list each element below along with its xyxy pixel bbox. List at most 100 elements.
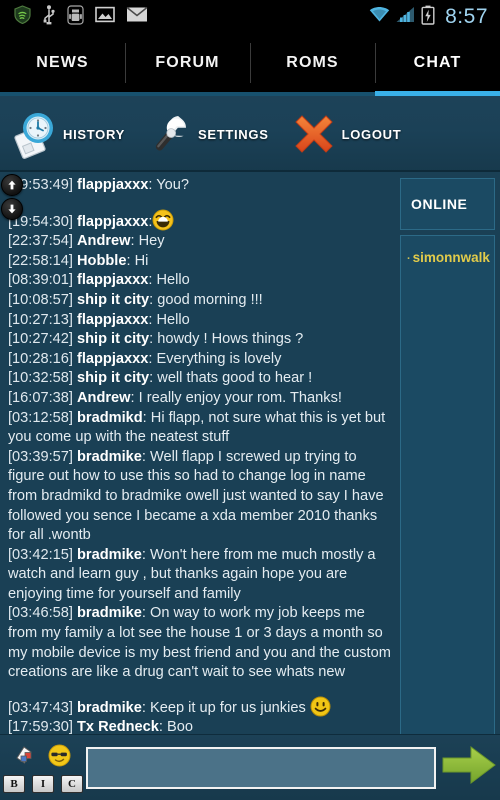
mail-icon <box>126 6 148 28</box>
logout-label: LOGOUT <box>341 126 402 142</box>
chat-message: [19:54:30] flappjaxxx: <box>8 209 392 233</box>
message-timestamp: [10:32:58] <box>8 370 73 387</box>
message-username[interactable]: bradmikd <box>77 410 143 426</box>
android-robot-icon <box>67 4 84 30</box>
message-text: Hi <box>130 252 149 269</box>
message-text: Everything is lovely <box>152 350 282 367</box>
main-tab-bar: NEWS FORUM ROMS CHAT <box>0 34 500 96</box>
message-text: Hello <box>152 311 190 328</box>
chat-app-screen: 8:57 NEWS FORUM ROMS CHAT HISTORY SETTIN… <box>0 0 500 800</box>
logout-button[interactable]: LOGOUT <box>287 107 402 161</box>
chat-message: [03:47:43] bradmike: Keep it up for us j… <box>8 696 392 719</box>
close-x-icon <box>287 107 341 161</box>
tab-roms[interactable]: ROMS <box>250 34 375 96</box>
history-button[interactable]: HISTORY <box>8 107 125 161</box>
chat-message: [19:53:49] flappjaxxx: You? <box>8 177 189 193</box>
chat-message: [03:42:15] bradmike: Won't here from me … <box>8 546 376 602</box>
message-timestamp: [10:27:42] <box>8 331 73 348</box>
chat-message: [03:46:58] bradmike: On way to work my j… <box>8 605 391 681</box>
tab-forum[interactable]: FORUM <box>125 34 250 96</box>
wrench-settings-icon <box>143 107 197 161</box>
chat-message: [03:12:58] bradmikd: Hi flapp, not sure … <box>8 409 386 446</box>
tab-news[interactable]: NEWS <box>0 34 125 96</box>
chat-toolbar: HISTORY SETTINGS LOGOUT <box>0 96 500 172</box>
online-panel-header: ONLINE <box>400 178 495 230</box>
message-timestamp: [22:58:14] <box>8 252 73 269</box>
message-username[interactable]: flappjaxxx <box>77 272 148 288</box>
message-username[interactable]: Andrew <box>77 390 131 406</box>
smiley-emoji <box>310 696 331 717</box>
message-input[interactable] <box>86 746 436 789</box>
online-user-list[interactable]: · simonnwalke <box>400 235 495 737</box>
message-text: howdy ! Hows things ? <box>153 331 304 348</box>
tab-news-label: NEWS <box>36 54 89 71</box>
online-title: ONLINE <box>411 196 468 212</box>
chat-message-column: [19:53:49] flappjaxxx: You? [19:54:30] fl… <box>0 172 398 800</box>
chat-message: [10:08:57] ship it city: good morning !!… <box>8 291 263 308</box>
message-username[interactable]: bradmike <box>77 547 142 563</box>
scroll-up-button[interactable] <box>1 174 23 196</box>
signal-icon <box>396 6 415 28</box>
chat-message: [03:39:57] bradmike: Well flapp I screwe… <box>8 448 384 544</box>
scroll-down-button[interactable] <box>1 198 23 220</box>
composer-format-row: B I C <box>3 775 83 793</box>
message-timestamp: [16:07:38] <box>8 389 73 406</box>
message-timestamp: [08:39:01] <box>8 272 73 289</box>
chat-message: [08:39:01] flappjaxxx: Hello <box>8 272 190 289</box>
color-button[interactable]: C <box>61 775 83 793</box>
status-bar-right-icons: 8:57 <box>369 5 492 30</box>
tab-chat[interactable]: CHAT <box>375 34 500 96</box>
shield-icon <box>14 5 31 29</box>
color-picker-icon[interactable] <box>14 744 38 773</box>
chat-scroll-controls <box>1 174 25 220</box>
message-username[interactable]: ship it city <box>77 331 149 347</box>
message-username[interactable]: bradmike <box>77 605 142 621</box>
online-user-name: simonnwalke <box>412 250 490 265</box>
chat-message: [10:27:13] flappjaxxx: Hello <box>8 311 190 328</box>
composer-tool-row-top <box>14 744 72 772</box>
chat-message: [10:27:42] ship it city: howdy ! Hows th… <box>8 331 304 348</box>
message-text: good morning !!! <box>153 291 263 308</box>
message-timestamp: [10:27:13] <box>8 311 73 328</box>
clock-history-icon <box>8 107 62 161</box>
history-label: HISTORY <box>63 126 125 142</box>
message-username[interactable]: flappjaxxx <box>77 177 148 193</box>
status-bar-clock: 8:57 <box>445 5 488 28</box>
message-timestamp: [03:46:58] <box>8 605 73 622</box>
message-timestamp: [22:37:54] <box>8 233 73 250</box>
emoticon-icon[interactable] <box>47 743 72 773</box>
message-composer: B I C <box>0 734 500 800</box>
message-username[interactable]: Andrew <box>77 233 131 249</box>
message-username[interactable]: bradmike <box>77 449 142 465</box>
message-timestamp: [03:39:57] <box>8 448 73 465</box>
message-username[interactable]: flappjaxxx <box>77 351 148 367</box>
message-username[interactable]: ship it city <box>77 292 149 308</box>
message-username[interactable]: ship it city <box>77 370 149 386</box>
chat-message: [22:37:54] Andrew: Hey <box>8 233 165 250</box>
settings-button[interactable]: SETTINGS <box>143 107 269 161</box>
status-bar-left-icons <box>8 4 148 30</box>
message-username[interactable]: bradmike <box>77 700 142 716</box>
message-username[interactable]: flappjaxxx <box>77 214 148 230</box>
message-text: You? <box>152 177 189 193</box>
laughing-emoji <box>152 209 174 231</box>
message-timestamp: [10:08:57] <box>8 291 73 308</box>
chat-message-list[interactable]: [19:53:49] flappjaxxx: You? [19:54:30] fl… <box>0 172 398 800</box>
message-text: Hey <box>134 233 165 250</box>
message-username[interactable]: flappjaxxx <box>77 312 148 328</box>
chat-message: [22:58:14] Hobble: Hi <box>8 252 149 269</box>
message-timestamp: [03:12:58] <box>8 409 73 426</box>
gallery-icon <box>95 6 115 28</box>
italic-button[interactable]: I <box>32 775 54 793</box>
send-button[interactable] <box>438 735 500 800</box>
send-arrow-icon <box>441 742 497 793</box>
online-users-panel: ONLINE · simonnwalke <box>398 172 500 800</box>
message-timestamp: [03:42:15] <box>8 546 73 563</box>
message-username[interactable]: Hobble <box>77 253 126 269</box>
online-user-item[interactable]: · simonnwalke <box>407 250 490 265</box>
chat-body: [19:53:49] flappjaxxx: You? [19:54:30] fl… <box>0 172 500 800</box>
online-user-bullet: · <box>407 253 411 265</box>
bold-button[interactable]: B <box>3 775 25 793</box>
message-text: Keep it up for us junkies <box>145 699 310 716</box>
message-timestamp: [03:47:43] <box>8 699 73 716</box>
